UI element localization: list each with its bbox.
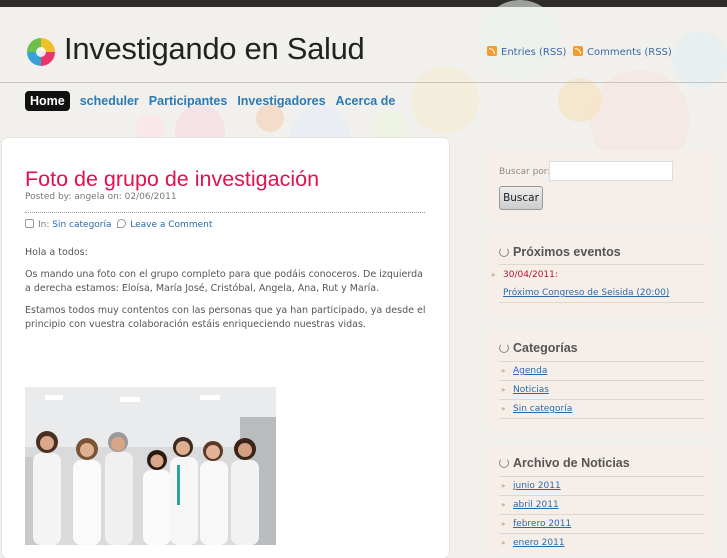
comment-icon [117,219,127,228]
nav-item-participantes[interactable]: Participantes [149,91,228,111]
nav-item-acerca-de[interactable]: Acerca de [336,91,396,111]
nav-item-scheduler[interactable]: scheduler [80,91,139,111]
search-button[interactable]: Buscar [499,186,543,210]
rss-icon [573,46,583,56]
rss-icon [487,46,497,56]
archive-link-febrero-2011[interactable]: febrero 2011 [513,519,571,529]
events-widget-title: Próximos eventos [499,245,621,259]
bullet-icon: » [501,367,506,375]
comments-rss-link[interactable]: Comments (RSS) [573,46,672,58]
header-decoration [136,0,727,150]
widget-divider [499,264,704,265]
category-link-sin-categoria[interactable]: Sin categoría [513,404,572,414]
bullet-icon: » [491,271,496,279]
post-in-label: In: [38,220,50,230]
post-categories: In: Sin categoría Leave a Comment [25,219,212,230]
event-date: 30/04/2011: [503,270,558,280]
widget-divider [499,476,704,477]
archive-link-enero-2011[interactable]: enero 2011 [513,538,565,548]
widget-divider [499,399,704,400]
entries-rss-label: Entries (RSS) [501,47,567,58]
bullet-icon: » [501,405,506,413]
bullet-icon: » [501,501,506,509]
header-divider [0,82,727,83]
archive-link-abril-2011[interactable]: abril 2011 [513,500,559,510]
archive-link-junio-2011[interactable]: junio 2011 [513,481,561,491]
widget-divider [499,361,704,362]
refresh-icon [499,458,509,468]
category-link-agenda[interactable]: Agenda [513,366,547,376]
archive-title-label: Archivo de Noticias [513,456,630,470]
categories-title-label: Categorías [513,341,578,355]
search-input[interactable] [549,161,673,181]
widget-divider [499,302,704,303]
widget-divider [499,495,704,496]
widget-divider [499,533,704,534]
archive-widget-title: Archivo de Noticias [499,456,630,470]
leave-comment-link[interactable]: Leave a Comment [130,220,212,230]
refresh-icon [499,247,509,257]
post-title[interactable]: Foto de grupo de investigación [25,167,319,192]
nav-item-investigadores[interactable]: Investigadores [237,91,325,111]
bullet-icon: » [501,520,506,528]
site-title[interactable]: Investigando en Salud [64,31,365,67]
bullet-icon: » [501,482,506,490]
bullet-icon: » [501,386,506,394]
search-label: Buscar por: [499,167,551,177]
event-link[interactable]: Próximo Congreso de Seisida (20:00) [503,288,669,298]
post-body: Hola a todos: Os mando una foto con el g… [25,246,430,340]
post-paragraph: Hola a todos: [25,247,88,258]
post-meta: Posted by: angela on: 02/06/2011 [25,192,177,202]
bullet-icon: » [501,539,506,547]
folder-icon [25,219,34,228]
site-logo[interactable] [25,36,57,68]
post-divider [25,212,425,213]
post-category-link[interactable]: Sin categoría [52,220,111,230]
widget-divider [499,418,704,419]
post-paragraph: Estamos todos muy contentos con las pers… [25,305,426,330]
events-title-label: Próximos eventos [513,245,621,259]
widget-divider [499,514,704,515]
comments-rss-label: Comments (RSS) [587,47,672,58]
nav-item-home[interactable]: Home [25,91,70,111]
categories-widget-title: Categorías [499,341,578,355]
widget-divider [499,380,704,381]
post-paragraph: Os mando una foto con el grupo completo … [25,269,423,294]
group-photo[interactable] [25,387,276,545]
category-link-noticias[interactable]: Noticias [513,385,549,395]
main-nav: Home scheduler Participantes Investigado… [25,91,405,111]
entries-rss-link[interactable]: Entries (RSS) [487,46,566,58]
refresh-icon [499,343,509,353]
